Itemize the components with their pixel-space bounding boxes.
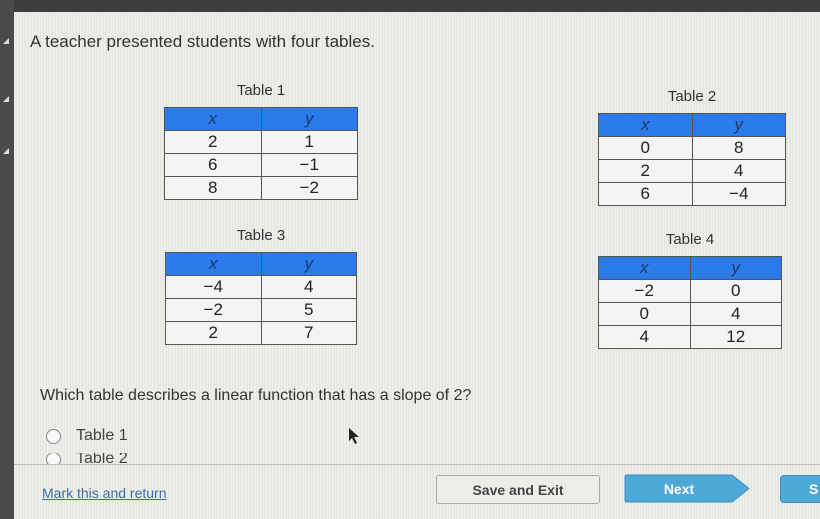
- column-header-x: x: [598, 256, 691, 280]
- cell-y: −1: [260, 153, 358, 177]
- cell-x: 8: [164, 176, 262, 200]
- table-4: xy −2 0 04 4 12: [598, 256, 782, 349]
- question-prompt: A teacher presented students with four t…: [30, 32, 375, 51]
- cell-y: 8: [691, 136, 786, 160]
- cell-x: 6: [164, 153, 262, 177]
- cell-y: 7: [260, 321, 357, 345]
- column-header-y: y: [691, 113, 786, 137]
- cell-x: 2: [165, 321, 262, 345]
- cell-x: 0: [598, 302, 691, 326]
- table-row: −2 0: [598, 279, 782, 303]
- bezel-marker-icon: [3, 96, 9, 102]
- cell-x: 0: [598, 136, 693, 160]
- table-row: 6 −4: [598, 182, 786, 206]
- table-4-block: Table 4 xy −2 0 04 4 12: [598, 231, 782, 349]
- monitor-bezel-left: [0, 0, 14, 519]
- table-row: 04: [598, 302, 782, 326]
- cell-y: 4: [691, 159, 786, 183]
- next-button[interactable]: Next: [624, 474, 754, 503]
- table-row: 21: [164, 130, 358, 154]
- table-row: 08: [598, 136, 786, 160]
- cell-x: 6: [598, 182, 693, 206]
- cell-x: 2: [164, 130, 262, 154]
- table-row: 8 −2: [164, 176, 358, 200]
- cell-x: −2: [598, 279, 691, 303]
- table-row: 6 −1: [164, 153, 358, 177]
- question-screen: A teacher presented students with four t…: [14, 12, 820, 519]
- cell-x: 4: [598, 325, 691, 349]
- table-2: xy 08 24 6 −4: [598, 113, 786, 206]
- next-label: Next: [663, 480, 695, 497]
- table-title: Table 2: [667, 88, 717, 105]
- option-table-1[interactable]: Table 1: [46, 427, 128, 445]
- footer-divider: [14, 464, 820, 465]
- cell-y: 12: [689, 325, 782, 349]
- column-header-x: x: [598, 113, 693, 137]
- save-and-exit-button[interactable]: Save and Exit: [436, 475, 600, 504]
- table-title: Table 1: [236, 82, 286, 99]
- table-row: −4 4: [165, 275, 357, 299]
- cell-y: 4: [260, 275, 357, 299]
- table-title: Table 4: [665, 231, 715, 248]
- cell-x: 2: [598, 159, 693, 183]
- table-row: 24: [598, 159, 786, 183]
- table-title: Table 3: [236, 227, 286, 244]
- cell-y: 0: [689, 279, 782, 303]
- cell-y: 5: [260, 298, 357, 322]
- cell-x: −2: [165, 298, 262, 322]
- cell-y: 1: [260, 130, 358, 154]
- table-1: xy 21 6 −1 8 −2: [164, 107, 358, 200]
- monitor-bezel-top: [0, 0, 820, 12]
- table-1-block: Table 1 xy 21 6 −1 8 −2: [164, 82, 358, 200]
- cell-y: −2: [260, 176, 358, 200]
- submit-button[interactable]: S: [780, 475, 820, 503]
- table-3-block: Table 3 xy −4 4 −2 5 27: [165, 227, 357, 345]
- mouse-cursor-icon: [349, 428, 359, 444]
- column-header-x: x: [165, 252, 262, 276]
- mark-and-return-link[interactable]: Mark this and return: [42, 485, 167, 501]
- column-header-y: y: [689, 256, 782, 280]
- cell-y: −4: [691, 182, 786, 206]
- table-row: 27: [165, 321, 357, 345]
- radio-button[interactable]: [46, 428, 61, 444]
- bezel-marker-icon: [3, 148, 9, 154]
- table-2-block: Table 2 xy 08 24 6 −4: [598, 88, 786, 206]
- table-row: −2 5: [165, 298, 357, 322]
- table-row: 4 12: [598, 325, 782, 349]
- column-header-y: y: [260, 252, 357, 276]
- table-3: xy −4 4 −2 5 27: [165, 252, 357, 345]
- cell-x: −4: [165, 275, 262, 299]
- option-label: Table 1: [76, 427, 128, 444]
- column-header-x: x: [164, 107, 262, 131]
- question-text: Which table describes a linear function …: [40, 387, 472, 404]
- cell-y: 4: [689, 302, 782, 326]
- bezel-marker-icon: [3, 38, 9, 44]
- column-header-y: y: [260, 107, 358, 131]
